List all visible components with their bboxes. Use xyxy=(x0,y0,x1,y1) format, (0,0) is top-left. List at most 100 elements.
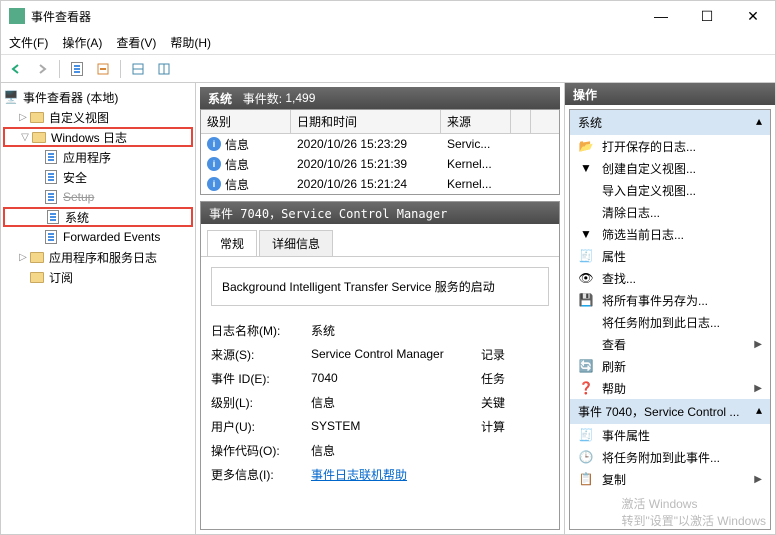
tree-forwarded[interactable]: Forwarded Events xyxy=(3,227,193,247)
tree-app-service-logs[interactable]: ▷ 应用程序和服务日志 xyxy=(3,247,193,267)
view-icon xyxy=(578,336,594,352)
table-row[interactable]: i 信息 2020/10/26 15:21:39Kernel... xyxy=(201,154,559,174)
action-clear-log[interactable]: 清除日志... xyxy=(570,201,770,223)
tree-root[interactable]: 🖥️ 事件查看器 (本地) xyxy=(3,87,193,107)
cell-source: Kernel... xyxy=(441,175,511,193)
k-level: 级别(L): xyxy=(211,394,311,411)
action-copy[interactable]: 📋复制▶ xyxy=(570,468,770,490)
action-import-custom-view[interactable]: 导入自定义视图... xyxy=(570,179,770,201)
toolbar-btn-2[interactable] xyxy=(92,58,114,80)
log-icon xyxy=(43,149,59,165)
action-find[interactable]: 👁查找... xyxy=(570,267,770,289)
action-attach-task-log[interactable]: 将任务附加到此日志... xyxy=(570,311,770,333)
log-icon xyxy=(43,189,59,205)
v-user: SYSTEM xyxy=(311,419,481,433)
folder-icon xyxy=(31,129,47,145)
tree-security[interactable]: 安全 xyxy=(3,167,193,187)
detail-pane: 事件 7040，Service Control Manager 常规 详细信息 … xyxy=(200,201,560,530)
folder-icon xyxy=(29,109,45,125)
detail-title: 事件 7040，Service Control Manager xyxy=(201,202,559,224)
menu-action[interactable]: 操作(A) xyxy=(62,34,102,51)
action-properties[interactable]: 🧾属性 xyxy=(570,245,770,267)
menu-help[interactable]: 帮助(H) xyxy=(170,34,211,51)
menu-file[interactable]: 文件(F) xyxy=(9,34,48,51)
info-icon: i xyxy=(207,157,221,171)
toolbar-btn-4[interactable] xyxy=(153,58,175,80)
count-value: 1,499 xyxy=(285,91,315,105)
k2-logged: 记录 xyxy=(481,346,521,363)
tree-subscriptions[interactable]: 订阅 xyxy=(3,267,193,287)
action-group-system[interactable]: 系统▴ xyxy=(570,110,770,135)
action-view[interactable]: 查看▶ xyxy=(570,333,770,355)
action-event-properties[interactable]: 🧾事件属性 xyxy=(570,424,770,446)
k-eventid: 事件 ID(E): xyxy=(211,370,311,387)
window-title: 事件查看器 xyxy=(31,8,647,25)
v-logname: 系统 xyxy=(311,322,481,339)
collapse-icon[interactable]: ▴ xyxy=(756,403,762,420)
toolbar-btn-1[interactable] xyxy=(66,58,88,80)
log-icon xyxy=(45,209,61,225)
action-attach-task-event[interactable]: 🕒将任务附加到此事件... xyxy=(570,446,770,468)
expand-icon[interactable]: ▷ xyxy=(17,252,29,263)
col-source[interactable]: 来源 xyxy=(441,110,511,133)
grid-header: 级别 日期和时间 来源 xyxy=(201,110,559,134)
v-level: 信息 xyxy=(311,394,481,411)
middle-pane: 系统 事件数: 1,499 级别 日期和时间 来源 i信息2020/10/26 … xyxy=(196,83,565,534)
action-group-event[interactable]: 事件 7040，Service Control ...▴ xyxy=(570,399,770,424)
table-row[interactable]: i信息2020/10/26 15:21:24Kernel... xyxy=(201,174,559,194)
col-datetime[interactable]: 日期和时间 xyxy=(291,110,441,133)
chevron-right-icon: ▶ xyxy=(754,383,762,394)
tab-details[interactable]: 详细信息 xyxy=(259,230,333,256)
tree-custom-views[interactable]: ▷ 自定义视图 xyxy=(3,107,193,127)
tree-setup[interactable]: Setup xyxy=(3,187,193,207)
cell-level: 信息 xyxy=(225,156,249,173)
forward-button[interactable] xyxy=(31,58,53,80)
tree-application[interactable]: 应用程序 xyxy=(3,147,193,167)
save-icon: 💾 xyxy=(578,292,594,308)
expand-icon[interactable]: ▷ xyxy=(17,112,29,123)
toolbar-btn-3[interactable] xyxy=(127,58,149,80)
app-icon xyxy=(9,8,25,24)
copy-icon: 📋 xyxy=(578,471,594,487)
properties-icon: 🧾 xyxy=(578,248,594,264)
events-header: 系统 事件数: 1,499 xyxy=(200,87,560,109)
filter-icon: ▼ xyxy=(578,226,594,242)
menu-view[interactable]: 查看(V) xyxy=(116,34,156,51)
k2-keywords: 关键 xyxy=(481,394,521,411)
refresh-icon: 🔄 xyxy=(578,358,594,374)
actions-pane: 操作 系统▴ 📂打开保存的日志... ▼创建自定义视图... 导入自定义视图..… xyxy=(565,83,775,534)
link-online-help[interactable]: 事件日志联机帮助 xyxy=(311,466,481,483)
cell-datetime: 2020/10/26 15:21:39 xyxy=(291,155,441,173)
event-props-icon: 🧾 xyxy=(578,427,594,443)
events-grid: 级别 日期和时间 来源 i信息2020/10/26 15:23:29Servic… xyxy=(200,109,560,195)
cell-source: Servic... xyxy=(441,135,511,153)
action-save-as[interactable]: 💾将所有事件另存为... xyxy=(570,289,770,311)
action-refresh[interactable]: 🔄刷新 xyxy=(570,355,770,377)
col-level[interactable]: 级别 xyxy=(201,110,291,133)
action-filter-log[interactable]: ▼筛选当前日志... xyxy=(570,223,770,245)
log-icon xyxy=(43,229,59,245)
collapse-icon[interactable]: ▴ xyxy=(756,114,762,131)
k-more: 更多信息(I): xyxy=(211,466,311,483)
menu-bar: 文件(F) 操作(A) 查看(V) 帮助(H) xyxy=(1,31,775,55)
maximize-button[interactable]: ☐ xyxy=(693,6,721,26)
table-row[interactable]: i信息2020/10/26 15:23:29Servic... xyxy=(201,134,559,154)
cell-level: 信息 xyxy=(225,176,249,193)
cell-source: Kernel... xyxy=(441,155,511,173)
collapse-icon[interactable]: ▽ xyxy=(19,132,31,143)
action-help[interactable]: ❓帮助▶ xyxy=(570,377,770,399)
tab-general[interactable]: 常规 xyxy=(207,230,257,256)
close-button[interactable]: ✕ xyxy=(739,6,767,26)
action-open-saved-log[interactable]: 📂打开保存的日志... xyxy=(570,135,770,157)
k-opcode: 操作代码(O): xyxy=(211,442,311,459)
minimize-button[interactable]: — xyxy=(647,6,675,26)
tree-system[interactable]: 系统 xyxy=(3,207,193,227)
back-button[interactable] xyxy=(5,58,27,80)
v-opcode: 信息 xyxy=(311,442,481,459)
tree-windows-logs[interactable]: ▽ Windows 日志 xyxy=(3,127,193,147)
action-create-custom-view[interactable]: ▼创建自定义视图... xyxy=(570,157,770,179)
toolbar xyxy=(1,55,775,83)
col-extra[interactable] xyxy=(511,110,531,133)
info-icon: i xyxy=(207,177,221,191)
eventviewer-icon: 🖥️ xyxy=(3,89,19,105)
